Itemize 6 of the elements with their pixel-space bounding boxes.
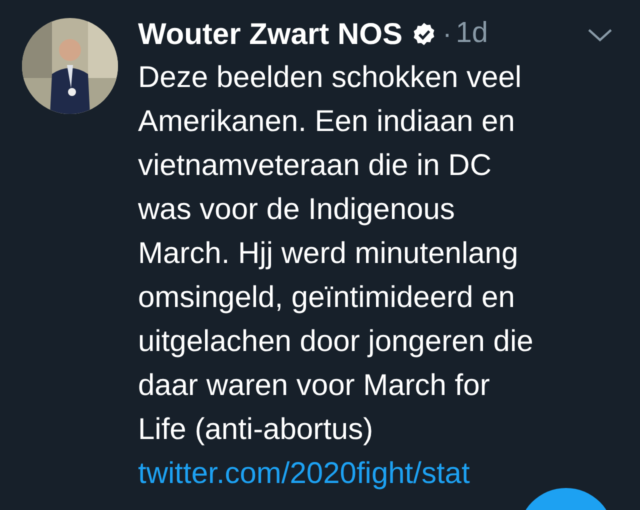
author-name[interactable]: Wouter Zwart NOS — [138, 12, 402, 56]
separator: · — [442, 17, 452, 51]
tweet-text: Deze beelden schokken veel Amerikanen. Een indiaan en vietnamveteraan die in DC was voor de Indigenous March. Hjj werd minutenlang omsingeld, geïntimideerd en uitgelachen door jongeren die daar waren voor March for Life (anti-abortus) — [138, 60, 534, 448]
tweet-time: 1d — [456, 16, 488, 52]
chevron-down-icon[interactable] — [587, 27, 613, 43]
tweet-link[interactable]: twitter.com/2020fight/stat — [138, 452, 534, 496]
